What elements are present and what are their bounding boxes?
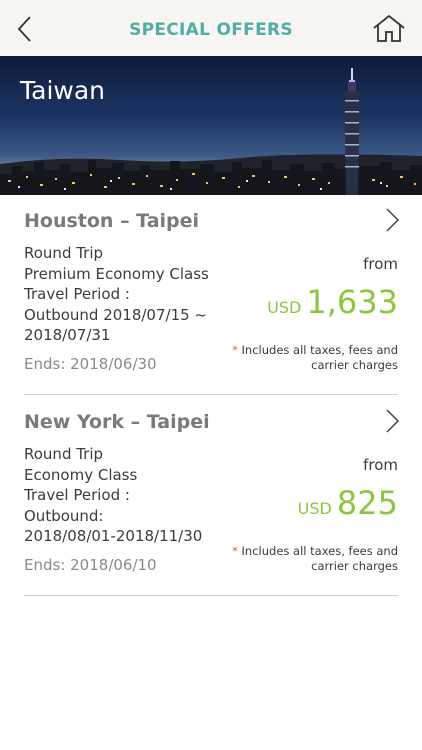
page-title: SPECIAL OFFERS: [129, 20, 293, 40]
travel-period-label: Travel Period :: [24, 486, 130, 504]
offer-details: Round Trip Premium Economy Class Travel …: [24, 243, 234, 346]
offer-price: USD 1,633: [267, 283, 398, 321]
header-bar: SPECIAL OFFERS: [0, 0, 422, 56]
trip-type: Round Trip: [24, 244, 104, 262]
offer-end-date: Ends: 2018/06/10: [24, 556, 157, 574]
house-icon: [373, 14, 405, 42]
offer-route: Houston – Taipei: [24, 210, 200, 232]
price-amount: 1,633: [306, 283, 398, 321]
note-text: Includes all taxes, fees and carrier cha…: [237, 343, 398, 372]
cabin-class: Premium Economy Class: [24, 264, 209, 283]
chevron-left-icon: [17, 16, 31, 42]
back-button[interactable]: [12, 14, 40, 42]
price-note: * Includes all taxes, fees and carrier c…: [198, 544, 398, 574]
price-currency: USD: [267, 298, 302, 317]
chevron-right-icon[interactable]: [384, 408, 400, 434]
from-label: from: [363, 255, 398, 273]
price-note: * Includes all taxes, fees and carrier c…: [198, 343, 398, 373]
destination-banner: Taiwan: [0, 56, 422, 195]
home-button[interactable]: [372, 14, 406, 44]
destination-title: Taiwan: [20, 76, 106, 105]
cabin-class: Economy Class: [24, 465, 138, 484]
travel-period-label: Travel Period :: [24, 285, 130, 303]
outbound-dates: Outbound 2018/07/15 ~: [24, 305, 207, 324]
offer-card[interactable]: Houston – Taipei Round Trip Premium Econ…: [24, 195, 400, 395]
offer-route: New York – Taipei: [24, 411, 210, 433]
offer-price: USD 825: [298, 484, 398, 522]
chevron-right-icon[interactable]: [384, 207, 400, 233]
outbound-label: Outbound:: [24, 506, 104, 525]
note-text: Includes all taxes, fees and carrier cha…: [237, 544, 398, 573]
offer-end-date: Ends: 2018/06/30: [24, 355, 157, 373]
price-currency: USD: [297, 499, 332, 518]
offer-card[interactable]: New York – Taipei Round Trip Economy Cla…: [24, 396, 400, 596]
from-label: from: [363, 456, 398, 474]
offer-details: Round Trip Economy Class Travel Period :…: [24, 444, 234, 547]
trip-type: Round Trip: [24, 445, 104, 463]
price-amount: 825: [336, 484, 398, 522]
